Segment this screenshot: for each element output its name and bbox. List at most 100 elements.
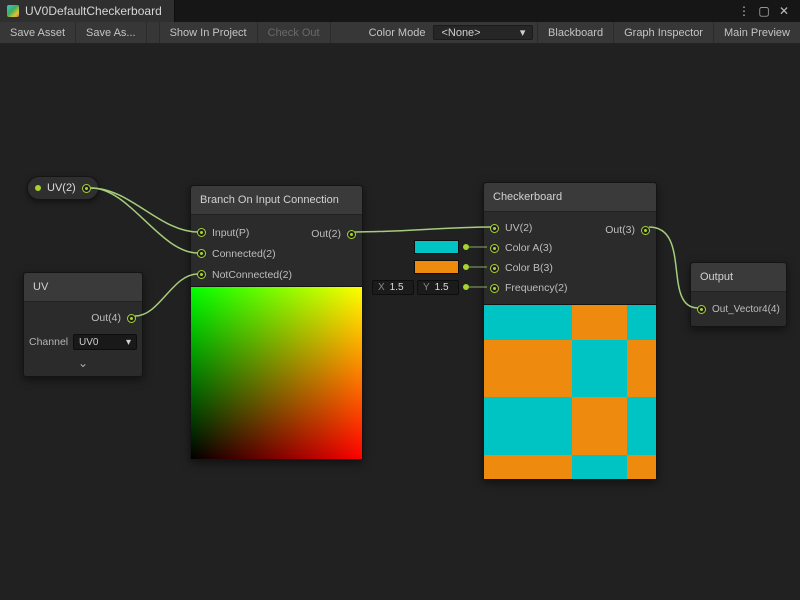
checker-cell xyxy=(572,397,627,454)
check-out-button: Check Out xyxy=(258,22,331,43)
uv-out-port[interactable] xyxy=(127,314,136,323)
input-p-port[interactable] xyxy=(197,228,206,237)
color-a-port[interactable] xyxy=(490,244,499,253)
preview-expander[interactable]: ⌄ xyxy=(24,356,142,370)
uv-node-title: UV xyxy=(24,273,142,302)
branch-out-label: Out(2) xyxy=(311,228,341,240)
show-in-project-button[interactable]: Show In Project xyxy=(159,22,258,43)
tab-title: UV0DefaultCheckerboard xyxy=(25,4,162,18)
window-controls: ⋮ ▢ ✕ xyxy=(736,0,800,22)
edge-uvnode-to-notconnected[interactable] xyxy=(135,274,198,316)
out-vector4-label: Out_Vector4(4) xyxy=(712,304,780,315)
checker-out-port[interactable] xyxy=(641,226,650,235)
edge-branch-to-checkerboard[interactable] xyxy=(355,227,491,232)
maximize-icon[interactable]: ▢ xyxy=(756,4,772,18)
chevron-down-icon: ▾ xyxy=(520,26,526,39)
node-branch-on-input-connection[interactable]: Branch On Input Connection Input(P) Conn… xyxy=(190,185,363,460)
color-a-connector-dot xyxy=(463,244,469,250)
color-b-connector-dot xyxy=(463,264,469,270)
node-checkerboard[interactable]: Checkerboard UV(2) Color A(3) Color B(3)… xyxy=(483,182,657,480)
port-row-connected: Connected(2) xyxy=(191,243,362,264)
node-uv-property[interactable]: UV(2) xyxy=(27,176,99,200)
edge-uvprop-to-connected[interactable] xyxy=(91,188,198,253)
frequency-connector-dot xyxy=(463,284,469,290)
graph-canvas[interactable]: UV(2) Branch On Input Connection Input(P… xyxy=(0,44,800,600)
input-p-label: Input(P) xyxy=(212,227,249,239)
tab-bar: UV0DefaultCheckerboard ⋮ ▢ ✕ xyxy=(0,0,800,22)
checker-cell xyxy=(484,397,572,454)
save-asset-button[interactable]: Save Asset xyxy=(0,22,76,43)
shader-graph-asset-icon xyxy=(7,5,19,17)
notconnected-label: NotConnected(2) xyxy=(212,269,292,281)
checker-cell xyxy=(484,455,572,479)
port-row-uv-out: Out(4) xyxy=(24,308,142,328)
save-as-button[interactable]: Save As... xyxy=(76,22,147,43)
checker-cell xyxy=(627,340,656,397)
x-value: 1.5 xyxy=(390,282,404,293)
port-row-frequency: Frequency(2) xyxy=(484,278,656,298)
property-dot-icon xyxy=(35,185,41,191)
checker-uv-label: UV(2) xyxy=(505,222,532,234)
checker-cell xyxy=(572,340,627,397)
frequency-label: Frequency(2) xyxy=(505,282,567,294)
checker-cell xyxy=(627,455,656,479)
color-b-label: Color B(3) xyxy=(505,262,553,274)
y-value: 1.5 xyxy=(435,282,449,293)
branch-out-port[interactable] xyxy=(347,230,356,239)
close-icon[interactable]: ✕ xyxy=(776,4,792,18)
uv-gradient-preview xyxy=(191,287,362,459)
out-vector4-port[interactable] xyxy=(697,305,706,314)
toolbar: Save Asset Save As... Show In Project Ch… xyxy=(0,22,800,44)
channel-label: Channel xyxy=(29,336,69,348)
port-row-branch-out: Out(2) xyxy=(311,228,356,240)
color-b-swatch[interactable] xyxy=(414,260,459,274)
checker-cell xyxy=(484,305,572,340)
tab-uv0defaultcheckerboard[interactable]: UV0DefaultCheckerboard xyxy=(0,0,175,22)
color-a-label: Color A(3) xyxy=(505,242,552,254)
blackboard-button[interactable]: Blackboard xyxy=(537,22,613,43)
checker-uv-port[interactable] xyxy=(490,224,499,233)
color-mode-label: Color Mode xyxy=(361,22,434,43)
frequency-fields: X 1.5 Y 1.5 xyxy=(372,280,459,295)
graph-inspector-button[interactable]: Graph Inspector xyxy=(613,22,713,43)
node-output[interactable]: Output Out_Vector4(4) xyxy=(690,262,787,327)
checkerboard-preview xyxy=(484,304,656,479)
port-row-color-a: Color A(3) xyxy=(484,238,656,258)
frequency-y-field[interactable]: Y 1.5 xyxy=(417,280,459,295)
chevron-down-icon: ▾ xyxy=(126,337,131,348)
main-preview-button[interactable]: Main Preview xyxy=(713,22,800,43)
channel-dropdown[interactable]: UV0 ▾ xyxy=(73,334,137,350)
checker-cell xyxy=(627,305,656,340)
branch-node-title: Branch On Input Connection xyxy=(191,186,362,215)
checker-cell xyxy=(627,397,656,454)
node-uv[interactable]: UV Out(4) Channel UV0 ▾ ⌄ xyxy=(23,272,143,377)
port-row-checker-out: Out(3) xyxy=(605,224,650,236)
kebab-menu-icon[interactable]: ⋮ xyxy=(736,4,752,18)
color-a-swatch[interactable] xyxy=(414,240,459,254)
y-label: Y xyxy=(423,282,430,293)
color-mode-value: <None> xyxy=(441,27,480,39)
output-node-title: Output xyxy=(691,263,786,292)
port-row-color-b: Color B(3) xyxy=(484,258,656,278)
port-row-notconnected: NotConnected(2) xyxy=(191,264,362,285)
channel-row: Channel UV0 ▾ xyxy=(29,333,137,351)
channel-value: UV0 xyxy=(79,337,98,348)
uv-out-label: Out(4) xyxy=(91,312,121,324)
edge-uvprop-to-input[interactable] xyxy=(91,188,198,232)
checker-out-label: Out(3) xyxy=(605,224,635,236)
color-b-port[interactable] xyxy=(490,264,499,273)
branch-node-preview xyxy=(191,286,362,459)
notconnected-port[interactable] xyxy=(197,270,206,279)
checker-cell xyxy=(572,305,627,340)
checker-cell xyxy=(484,340,572,397)
frequency-port[interactable] xyxy=(490,284,499,293)
uv-property-output-port[interactable] xyxy=(82,184,91,193)
connected-port[interactable] xyxy=(197,249,206,258)
chevron-down-icon: ⌄ xyxy=(78,356,88,370)
connected-label: Connected(2) xyxy=(212,248,276,260)
frequency-x-field[interactable]: X 1.5 xyxy=(372,280,414,295)
checkerboard-node-title: Checkerboard xyxy=(484,183,656,212)
port-row-out-vector4: Out_Vector4(4) xyxy=(691,299,786,319)
checker-cell xyxy=(572,455,627,479)
color-mode-dropdown[interactable]: <None> ▾ xyxy=(433,25,533,40)
